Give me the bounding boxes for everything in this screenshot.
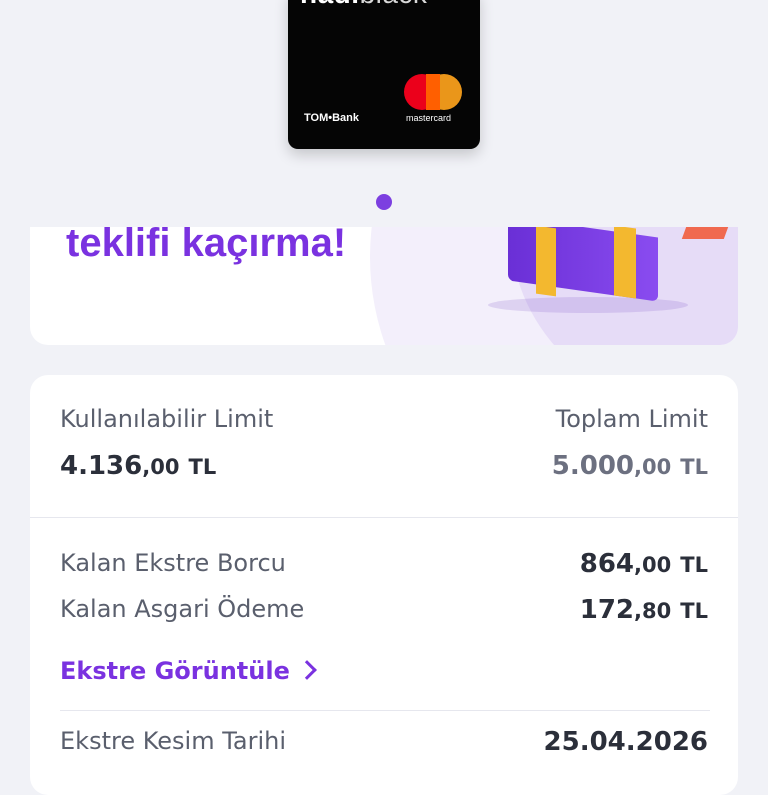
cut-date-value: 25.04.2026 xyxy=(543,727,708,757)
available-limit-label: Kullanılabilir Limit xyxy=(60,405,274,433)
card-summary-panel: Kullanılabilir Limit Toplam Limit 4.136,… xyxy=(30,375,738,795)
carousel-indicator[interactable] xyxy=(376,194,392,210)
available-limit-value: 4.136,00 TL xyxy=(60,451,217,481)
divider xyxy=(60,710,710,711)
credit-card[interactable]: nadiblack TOM•Bank mastercard xyxy=(288,0,480,149)
promo-banner[interactable]: teklifi kaçırma! xyxy=(30,227,738,345)
mastercard-icon xyxy=(404,74,466,116)
promo-text: teklifi kaçırma! xyxy=(66,227,347,265)
chevron-right-icon xyxy=(296,660,317,680)
total-limit-value: 5.000,00 TL xyxy=(551,451,708,481)
view-statement-link[interactable]: Ekstre Görüntüle xyxy=(60,657,317,685)
remaining-debt-label: Kalan Ekstre Borcu xyxy=(60,549,286,577)
min-payment-value: 172,80 TL xyxy=(579,595,708,625)
divider xyxy=(30,517,738,518)
gift-box-icon xyxy=(488,227,688,313)
min-payment-label: Kalan Asgari Ödeme xyxy=(60,595,305,623)
confetti-decoration xyxy=(681,227,729,239)
bank-logo: TOM•Bank xyxy=(304,112,359,124)
total-limit-label: Toplam Limit xyxy=(555,405,708,433)
remaining-debt-value: 864,00 TL xyxy=(579,549,708,579)
cut-date-label: Ekstre Kesim Tarihi xyxy=(60,727,287,755)
card-brand-logo: nadiblack xyxy=(300,0,427,10)
network-label: mastercard xyxy=(406,113,452,123)
